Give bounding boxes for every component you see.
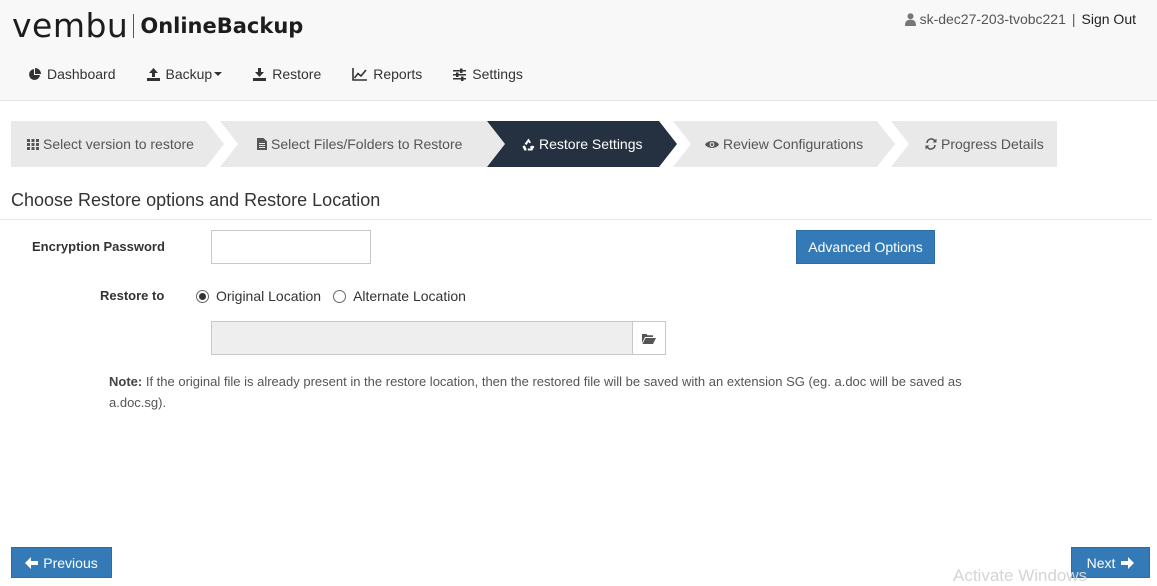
nav-dashboard[interactable]: Dashboard	[28, 66, 116, 82]
wizard-step-label: Restore Settings	[539, 136, 643, 152]
separator: |	[1071, 11, 1076, 27]
arrow-right-icon	[1121, 556, 1135, 569]
encryption-password-input[interactable]	[211, 230, 371, 264]
note-label: Note:	[109, 374, 143, 389]
page-title: Choose Restore options and Restore Locat…	[11, 190, 381, 210]
wizard-step-label: Review Configurations	[723, 136, 864, 152]
refresh-icon	[925, 138, 937, 150]
sign-out-link[interactable]: Sign Out	[1082, 11, 1136, 27]
line-chart-icon	[352, 67, 368, 81]
vembu-logo-text: vembu	[12, 6, 129, 45]
grid-icon	[27, 138, 39, 150]
nav-reports-label: Reports	[373, 66, 423, 82]
previous-button-label: Previous	[43, 554, 98, 571]
upload-icon	[146, 67, 160, 81]
restore-note: Note: If the original file is already pr…	[109, 371, 1009, 413]
download-icon	[253, 67, 267, 81]
nav-settings-label: Settings	[472, 66, 523, 82]
nav-backup-label: Backup	[165, 66, 213, 82]
wizard-step-label: Select Files/Folders to Restore	[271, 136, 463, 152]
radio-button-unchecked[interactable]	[333, 289, 347, 303]
restore-path-input	[211, 321, 633, 355]
restore-to-label: Restore to	[100, 288, 165, 303]
pie-chart-icon	[29, 67, 41, 80]
advanced-options-button[interactable]: Advanced Options	[796, 230, 935, 264]
radio-alternate-location[interactable]: Alternate Location	[333, 288, 466, 304]
wizard-steps: Select version to restore Select Files/F…	[11, 121, 1057, 167]
product-name: OnlineBackup	[140, 13, 304, 38]
nav-backup[interactable]: Backup	[146, 66, 223, 82]
nav-reports[interactable]: Reports	[352, 66, 422, 82]
restore-location-radio-group: Original Location Alternate Location	[196, 288, 478, 304]
wizard-step-select-version[interactable]: Select version to restore	[11, 121, 224, 167]
wizard-step-review[interactable]: Review Configurations	[673, 121, 895, 167]
activate-windows-watermark: Activate Windows	[953, 566, 1088, 585]
radio-button-checked[interactable]	[196, 289, 209, 303]
title-divider	[0, 219, 1152, 220]
username: sk-dec27-203-tvobc221	[919, 11, 1066, 27]
eye-icon	[705, 140, 719, 148]
wizard-step-restore-settings[interactable]: Restore Settings	[487, 121, 677, 167]
main-nav: Dashboard Backup Restore Reports Setting…	[28, 66, 554, 82]
user-area: sk-dec27-203-tvobc221 | Sign Out	[904, 11, 1136, 27]
previous-button[interactable]: Previous	[11, 547, 112, 578]
top-header: vembu OnlineBackup sk-dec27-203-tvobc221…	[0, 0, 1157, 101]
chevron-down-icon	[214, 72, 223, 76]
wizard-step-label: Progress Details	[941, 136, 1044, 152]
radio-original-location[interactable]: Original Location	[196, 288, 321, 304]
user-icon	[904, 12, 916, 26]
file-icon	[257, 138, 267, 150]
nav-restore[interactable]: Restore	[253, 66, 321, 82]
arrow-left-icon	[25, 556, 39, 569]
browse-folder-button[interactable]	[632, 321, 666, 355]
encryption-password-label: Encryption Password	[32, 239, 165, 254]
nav-dashboard-label: Dashboard	[47, 66, 116, 82]
recycle-icon	[522, 138, 535, 150]
logo-divider	[133, 13, 135, 38]
next-button-label: Next	[1086, 554, 1116, 571]
app-logo[interactable]: vembu OnlineBackup	[12, 6, 303, 45]
nav-settings[interactable]: Settings	[453, 66, 523, 82]
radio-original-location-label: Original Location	[216, 288, 322, 304]
note-text: If the original file is already present …	[109, 374, 962, 410]
wizard-step-progress[interactable]: Progress Details	[891, 121, 1057, 167]
wizard-step-select-files[interactable]: Select Files/Folders to Restore	[220, 121, 505, 167]
wizard-step-label: Select version to restore	[43, 136, 194, 152]
folder-open-icon	[642, 333, 656, 344]
radio-alternate-location-label: Alternate Location	[353, 288, 466, 304]
nav-restore-label: Restore	[272, 66, 322, 82]
sliders-icon	[453, 68, 467, 81]
